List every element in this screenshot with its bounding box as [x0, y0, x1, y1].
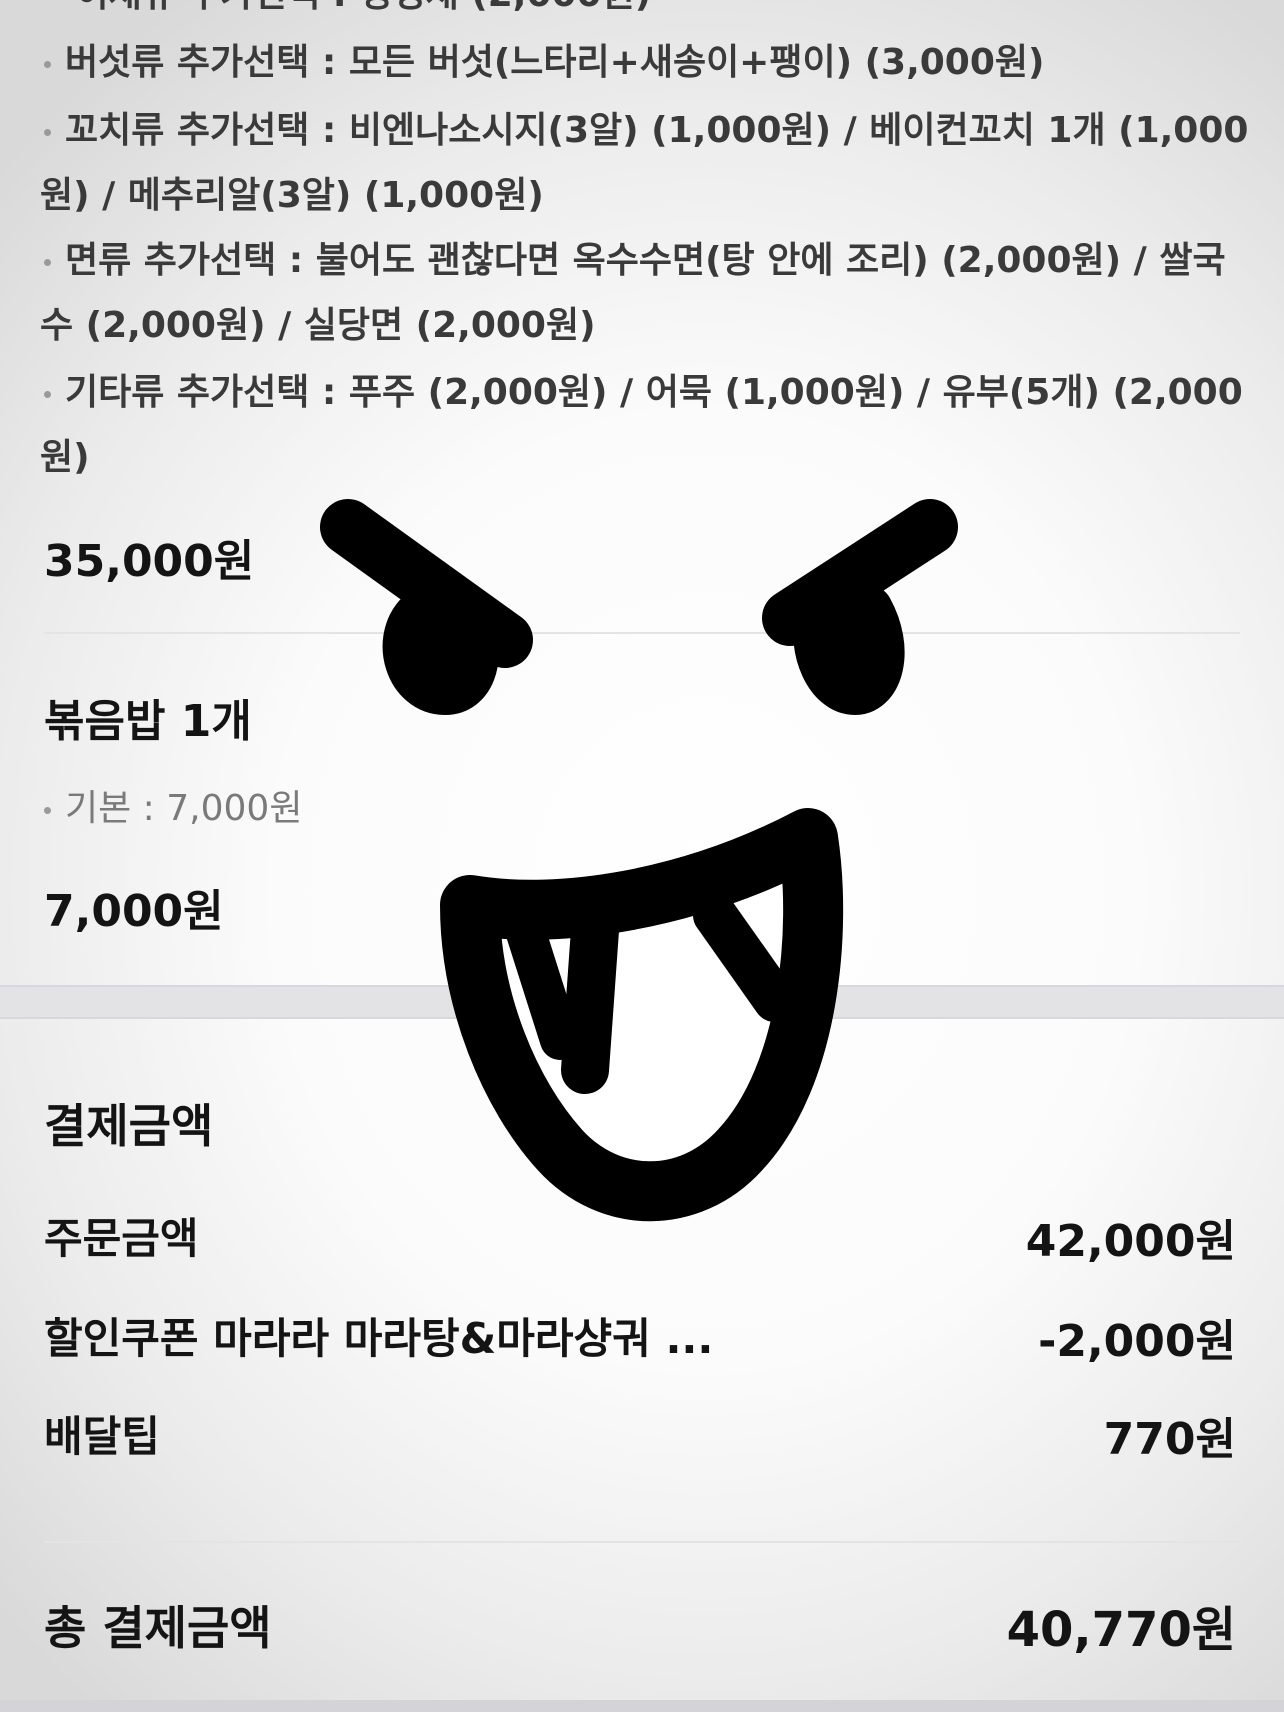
left-fang — [561, 906, 619, 1094]
right-eye — [793, 585, 905, 715]
devil-face-doodle-icon — [320, 499, 958, 1222]
left-eye — [382, 590, 499, 715]
